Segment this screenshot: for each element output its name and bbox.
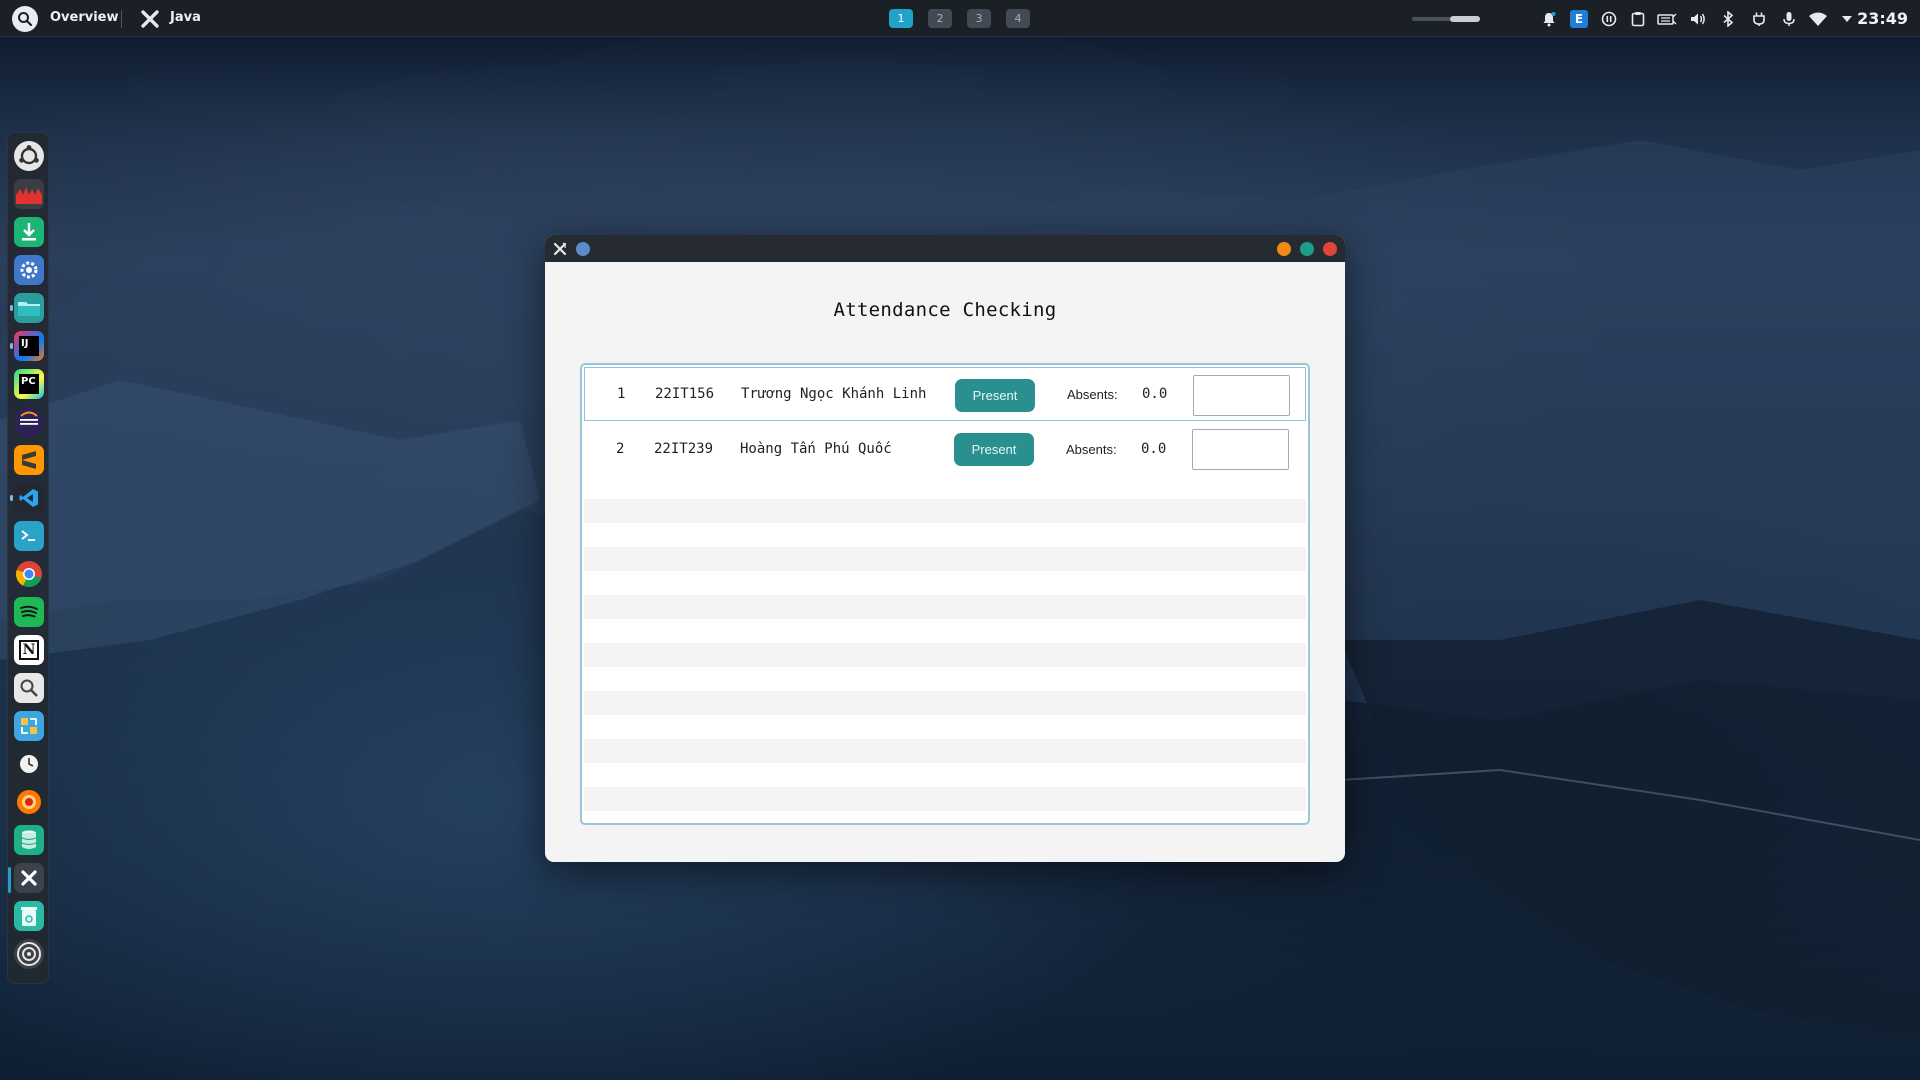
clock-icon[interactable] xyxy=(14,749,44,779)
absents-value: 0.0 xyxy=(1142,386,1168,402)
empty-row xyxy=(584,739,1306,763)
student-list[interactable]: 1 22IT156 Trương Ngọc Khánh Linh Present… xyxy=(580,363,1310,825)
spotify-icon[interactable] xyxy=(14,597,44,627)
dock-indicator xyxy=(10,343,13,349)
active-app-name[interactable]: Java xyxy=(170,10,201,25)
bluetooth-icon[interactable] xyxy=(1717,8,1739,30)
absence-input[interactable] xyxy=(1193,375,1290,416)
window-heading: Attendance Checking xyxy=(833,299,1057,321)
overview-button[interactable]: Overview xyxy=(50,10,119,25)
browser-icon[interactable] xyxy=(14,787,44,817)
top-panel: Overview Java 1 2 3 4 E 23:49 xyxy=(0,0,1920,37)
e-app-icon[interactable]: E xyxy=(1568,8,1590,30)
close-button[interactable] xyxy=(1323,242,1337,256)
java-app-icon[interactable] xyxy=(14,863,44,893)
chrome-icon[interactable] xyxy=(14,559,44,589)
absents-label: Absents: xyxy=(1066,441,1117,457)
files-icon[interactable] xyxy=(14,293,44,323)
row-index: 1 xyxy=(617,386,626,402)
workspace-3[interactable]: 3 xyxy=(967,9,991,28)
window-titlebar[interactable] xyxy=(545,235,1345,262)
notification-bell-icon[interactable] xyxy=(1538,8,1560,30)
absents-label: Absents: xyxy=(1067,386,1118,402)
absence-input[interactable] xyxy=(1192,429,1289,470)
app-menu-icon[interactable] xyxy=(551,240,569,258)
topbar-divider xyxy=(121,10,122,28)
dock-active-indicator xyxy=(8,867,11,893)
database-icon[interactable] xyxy=(14,825,44,855)
magnifier-icon[interactable] xyxy=(14,673,44,703)
workspace-2[interactable]: 2 xyxy=(928,9,952,28)
download-manager-icon[interactable] xyxy=(14,217,44,247)
list-item[interactable]: 2 22IT239 Hoàng Tấn Phú Quốc Present Abs… xyxy=(584,422,1306,476)
student-id: 22IT156 xyxy=(655,386,715,402)
empty-row xyxy=(584,691,1306,715)
absents-value: 0.0 xyxy=(1141,441,1167,457)
dock: IJ PC N xyxy=(7,132,49,984)
intellij-icon[interactable]: IJ xyxy=(14,331,44,361)
trash-icon[interactable] xyxy=(14,901,44,931)
settings-icon[interactable] xyxy=(14,255,44,285)
empty-row xyxy=(584,643,1306,667)
screenshot-icon[interactable] xyxy=(14,711,44,741)
pin-window-icon[interactable] xyxy=(576,242,590,256)
pause-icon[interactable] xyxy=(1598,8,1620,30)
pycharm-icon[interactable]: PC xyxy=(14,369,44,399)
empty-row xyxy=(584,547,1306,571)
disk-icon[interactable] xyxy=(14,939,44,969)
list-item[interactable]: 1 22IT156 Trương Ngọc Khánh Linh Present… xyxy=(584,367,1306,421)
dropdown-arrow-icon[interactable] xyxy=(1836,8,1858,30)
search-icon[interactable] xyxy=(12,6,38,32)
minimize-button[interactable] xyxy=(1277,242,1291,256)
present-button[interactable]: Present xyxy=(954,433,1034,466)
power-plug-icon[interactable] xyxy=(1748,8,1770,30)
empty-row xyxy=(584,787,1306,811)
present-button[interactable]: Present xyxy=(955,379,1035,412)
maximize-button[interactable] xyxy=(1300,242,1314,256)
dock-indicator xyxy=(10,495,13,501)
network-card-icon[interactable] xyxy=(1656,8,1678,30)
workspace-4[interactable]: 4 xyxy=(1006,9,1030,28)
ubuntu-icon[interactable] xyxy=(14,141,44,171)
attendance-window: Attendance Checking 1 22IT156 Trương Ngọ… xyxy=(545,235,1345,862)
empty-row xyxy=(584,499,1306,523)
row-index: 2 xyxy=(616,441,625,457)
student-name: Hoàng Tấn Phú Quốc xyxy=(740,441,892,457)
clipboard-icon[interactable] xyxy=(1627,8,1649,30)
volume-icon[interactable] xyxy=(1687,8,1709,30)
dock-indicator xyxy=(10,305,13,311)
sublime-text-icon[interactable] xyxy=(14,445,44,475)
notion-icon[interactable]: N xyxy=(14,635,44,665)
terminal-icon[interactable] xyxy=(14,521,44,551)
wifi-icon[interactable] xyxy=(1807,8,1829,30)
clock[interactable]: 23:49 xyxy=(1857,9,1908,28)
workspace-1[interactable]: 1 xyxy=(889,9,913,28)
vscode-icon[interactable] xyxy=(14,483,44,513)
java-app-icon xyxy=(137,6,163,32)
system-monitor-icon[interactable] xyxy=(14,179,44,209)
brightness-slider-handle[interactable] xyxy=(1450,16,1480,22)
student-id: 22IT239 xyxy=(654,441,714,457)
eclipse-icon[interactable] xyxy=(14,407,44,437)
student-name: Trương Ngọc Khánh Linh xyxy=(741,386,927,402)
microphone-icon[interactable] xyxy=(1778,8,1800,30)
empty-row xyxy=(584,595,1306,619)
